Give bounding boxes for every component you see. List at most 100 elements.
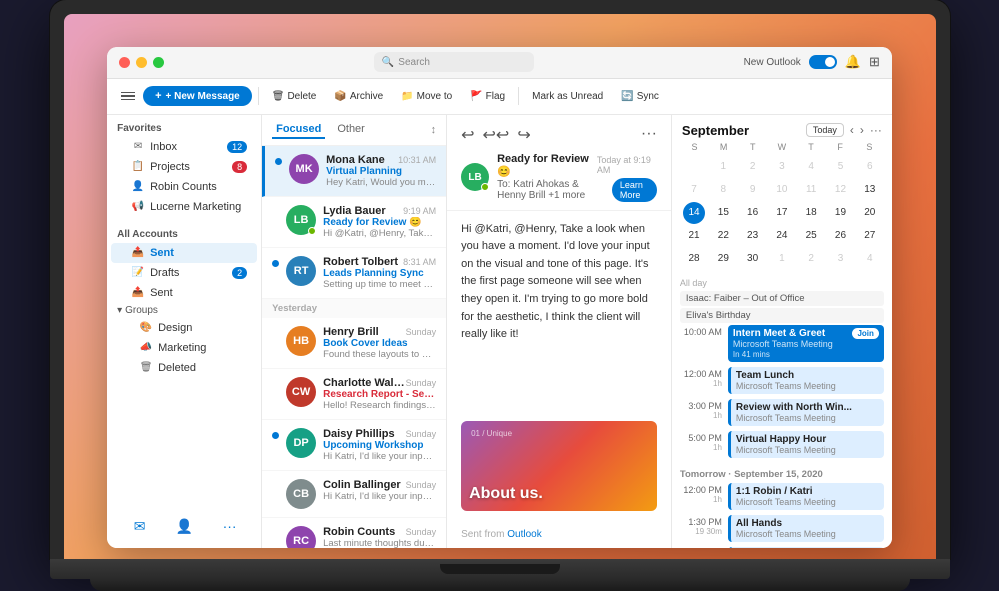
grid-icon[interactable]: ⊞ (869, 54, 880, 70)
cal-day-o1[interactable]: 1 (771, 248, 793, 270)
join-button-1000[interactable]: Join (852, 328, 878, 339)
maximize-button[interactable] (153, 57, 164, 68)
cal-day-21[interactable]: 21 (683, 225, 705, 247)
contacts-bottom-icon[interactable]: 👤 (171, 512, 199, 540)
cal-day-o2[interactable]: 2 (800, 248, 822, 270)
cal-day-o3[interactable]: 3 (829, 248, 851, 270)
cal-day-15[interactable]: 15 (712, 202, 734, 224)
compose-icon[interactable]: 🔔 (845, 54, 861, 70)
cal-next-button[interactable]: › (860, 123, 864, 137)
learn-more-button[interactable]: Learn More (612, 178, 657, 202)
forward-icon[interactable]: ↪ (517, 125, 530, 145)
cal-day-14[interactable]: 14 (683, 202, 705, 224)
cal-event-1700[interactable]: 5:00 PM 1h Virtual Happy Hour Microsoft … (680, 431, 884, 458)
cal-day-o4[interactable]: 4 (859, 248, 881, 270)
cal-day-28[interactable]: 28 (683, 248, 705, 270)
sidebar-item-robin[interactable]: 👤 Robin Counts (111, 177, 257, 197)
more-bottom-icon[interactable]: ··· (216, 512, 244, 540)
email-item-8[interactable]: RC Robin Counts Sunday Last minute thoug… (262, 518, 446, 548)
cal-day-empty1[interactable] (683, 156, 705, 178)
minimize-button[interactable] (136, 57, 147, 68)
cal-day-13[interactable]: 13 (859, 179, 881, 201)
move-to-button[interactable]: 📁 Move to (394, 88, 459, 105)
cal-day-20[interactable]: 20 (859, 202, 881, 224)
archive-button[interactable]: 📦 Archive (327, 88, 390, 105)
cal-day-27[interactable]: 27 (859, 225, 881, 247)
email-item-5[interactable]: CW Charlotte Waltson Sunday Research Rep… (262, 369, 446, 420)
sidebar-item-sent[interactable]: 📤 Sent (111, 243, 257, 263)
close-button[interactable] (119, 57, 130, 68)
sidebar-item-design[interactable]: 🎨 Design (111, 318, 257, 338)
outlook-link[interactable]: Outlook (507, 529, 541, 540)
reply-all-icon[interactable]: ↩↩ (483, 125, 510, 145)
cal-day-10[interactable]: 10 (771, 179, 793, 201)
new-message-button[interactable]: + + New Message (143, 86, 252, 106)
cal-day-25[interactable]: 25 (800, 225, 822, 247)
cal-day-17[interactable]: 17 (771, 202, 793, 224)
cal-day-11[interactable]: 11 (800, 179, 822, 201)
email-item-4[interactable]: HB Henry Brill Sunday Book Cover Ideas F… (262, 318, 446, 369)
cal-event-1500[interactable]: 3:00 PM 1h Review with North Win... Micr… (680, 399, 884, 426)
flag-button[interactable]: 🚩 Flag (463, 88, 512, 105)
cal-event-t1330[interactable]: 1:30 PM 19 30m All Hands Microsoft Teams… (680, 515, 884, 542)
cal-day-22[interactable]: 22 (712, 225, 734, 247)
cal-day-19[interactable]: 19 (829, 202, 851, 224)
cal-day-23[interactable]: 23 (742, 225, 764, 247)
mail-bottom-icon[interactable]: ✉ (126, 512, 154, 540)
cal-event-t1330b[interactable]: 1:30 PM 1h 1:1 Henry / Katri Microsoft T… (680, 547, 884, 548)
email-item-7[interactable]: CB Colin Ballinger Sunday Hi Katri, I'd … (262, 471, 446, 518)
event-bar-1700[interactable]: Virtual Happy Hour Microsoft Teams Meeti… (728, 431, 884, 458)
cal-today-button[interactable]: Today (806, 123, 844, 137)
email-item-1[interactable]: MK Mona Kane 10:31 AM Virtual Planning H… (262, 146, 446, 197)
mark-unread-button[interactable]: Mark as Unread (525, 88, 610, 105)
cal-prev-button[interactable]: ‹ (850, 123, 854, 137)
sidebar-item-sent2[interactable]: 📤 Sent (111, 283, 257, 303)
cal-event-t1200[interactable]: 12:00 PM 1h 1:1 Robin / Katri Microsoft … (680, 483, 884, 510)
sidebar-item-lucerne[interactable]: 📢 Lucerne Marketing (111, 197, 257, 217)
email-item-6[interactable]: DP Daisy Phillips Sunday Upcoming Worksh… (262, 420, 446, 471)
cal-event-1200[interactable]: 12:00 AM 1h Team Lunch Microsoft Teams M… (680, 367, 884, 394)
cal-day-1[interactable]: 1 (712, 156, 734, 178)
delete-button[interactable]: 🗑 Delete (265, 88, 324, 105)
sidebar-item-projects[interactable]: 📋 Projects 8 (111, 157, 257, 177)
cal-day-18[interactable]: 18 (800, 202, 822, 224)
new-outlook-toggle[interactable] (809, 55, 837, 69)
cal-day-8[interactable]: 8 (712, 179, 734, 201)
cal-day-7[interactable]: 7 (683, 179, 705, 201)
cal-day-3[interactable]: 3 (771, 156, 793, 178)
cal-day-4[interactable]: 4 (800, 156, 822, 178)
sort-icon[interactable]: ↕ (431, 124, 437, 136)
cal-day-30[interactable]: 30 (742, 248, 764, 270)
event-bar-1500[interactable]: Review with North Win... Microsoft Teams… (728, 399, 884, 426)
event-bar-1200[interactable]: Team Lunch Microsoft Teams Meeting (728, 367, 884, 394)
event-bar-t1330b[interactable]: 1:1 Henry / Katri Microsoft Teams Meetin… (728, 547, 884, 548)
cal-day-2[interactable]: 2 (742, 156, 764, 178)
sync-button[interactable]: 🔄 Sync (614, 88, 666, 105)
cal-day-9[interactable]: 9 (742, 179, 764, 201)
search-box[interactable]: 🔍 Search (374, 52, 534, 72)
event-bar-t1330[interactable]: All Hands Microsoft Teams Meeting (728, 515, 884, 542)
groups-toggle[interactable]: ▾ Groups (107, 303, 261, 318)
email-item-3[interactable]: RT Robert Tolbert 8:31 AM Leads Planning… (262, 248, 446, 299)
cal-day-12[interactable]: 12 (829, 179, 851, 201)
sidebar-item-deleted[interactable]: 🗑 Deleted (111, 358, 257, 378)
event-bar-1000[interactable]: Join Intern Meet & Greet Microsoft Teams… (728, 325, 884, 362)
cal-day-29[interactable]: 29 (712, 248, 734, 270)
cal-day-16[interactable]: 16 (742, 202, 764, 224)
tab-focused[interactable]: Focused (272, 121, 325, 139)
cal-day-5[interactable]: 5 (829, 156, 851, 178)
email-item-2[interactable]: LB Lydia Bauer 9:19 AM Ready for Review … (262, 197, 446, 248)
more-actions-icon[interactable]: ··· (641, 125, 657, 145)
cal-event-1000[interactable]: 10:00 AM Join Intern Meet & Greet Micros… (680, 325, 884, 362)
reply-icon[interactable]: ↩ (461, 125, 474, 145)
cal-day-26[interactable]: 26 (829, 225, 851, 247)
tab-other[interactable]: Other (333, 121, 369, 139)
sidebar-item-marketing[interactable]: 📣 Marketing (111, 338, 257, 358)
cal-day-6[interactable]: 6 (859, 156, 881, 178)
sidebar-item-drafts[interactable]: 📝 Drafts 2 (111, 263, 257, 283)
cal-day-24[interactable]: 24 (771, 225, 793, 247)
sidebar-item-inbox[interactable]: ✉ Inbox 12 (111, 137, 257, 157)
hamburger-button[interactable] (117, 88, 139, 105)
cal-more-button[interactable]: ··· (870, 123, 882, 137)
event-bar-t1200[interactable]: 1:1 Robin / Katri Microsoft Teams Meetin… (728, 483, 884, 510)
